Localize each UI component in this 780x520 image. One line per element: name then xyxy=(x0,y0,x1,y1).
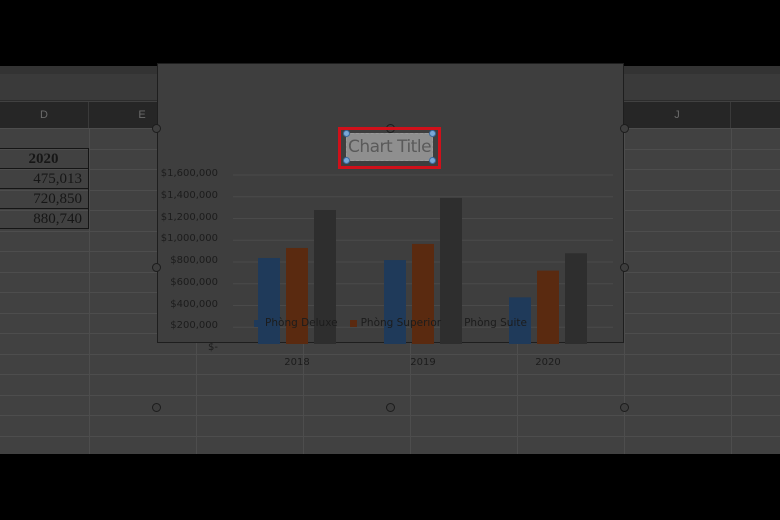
chart-area[interactable]: $- $200,000 $400,000 $600,000 $800,000 $1,000… xyxy=(157,63,624,368)
grid-row-line xyxy=(0,354,780,355)
bar-phòng-suite-2020[interactable] xyxy=(565,253,587,344)
y-tick-label: $800,000 xyxy=(170,255,218,266)
column-header-j[interactable]: J xyxy=(624,102,731,128)
bar-phòng-deluxe-2019[interactable] xyxy=(384,260,406,344)
bar-phòng-superior-2018[interactable] xyxy=(286,247,308,344)
title-handle-bottom-left[interactable] xyxy=(343,157,350,164)
bar-phòng-deluxe-2018[interactable] xyxy=(258,257,280,344)
legend-item[interactable]: Phòng Deluxe xyxy=(254,317,338,329)
legend-item[interactable]: Phòng Suite xyxy=(453,317,527,329)
chart-plot xyxy=(233,174,613,344)
y-tick-label: $- xyxy=(208,342,218,353)
grid-row-line xyxy=(0,415,780,416)
y-tick-label: $400,000 xyxy=(170,298,218,310)
chart-title-box[interactable]: Chart Title xyxy=(346,133,433,161)
resize-handle-middle-left[interactable] xyxy=(152,263,161,272)
cell-suite-2020[interactable]: 880,740 xyxy=(0,208,89,229)
y-tick-label: $1,000,000 xyxy=(160,233,218,245)
title-handle-top-right[interactable] xyxy=(429,130,436,137)
resize-handle-bottom-left[interactable] xyxy=(152,403,161,412)
resize-handle-top-right[interactable] xyxy=(620,124,629,133)
chart-title[interactable]: Chart Title xyxy=(347,134,432,160)
cell-year-2020[interactable]: 2020 xyxy=(0,148,89,169)
grid-column-line xyxy=(731,128,732,454)
title-handle-top-left[interactable] xyxy=(343,130,350,137)
legend-swatch xyxy=(349,319,357,327)
legend-label: Phòng Superior xyxy=(360,317,442,329)
y-tick-label: $1,400,000 xyxy=(160,189,218,201)
legend-label: Phòng Suite xyxy=(464,317,527,329)
legend-label: Phòng Deluxe xyxy=(265,317,338,329)
grid-row-line xyxy=(0,395,780,396)
x-tick-label: 2020 xyxy=(535,357,561,368)
title-handle-bottom-right[interactable] xyxy=(429,157,436,164)
grid-column-line xyxy=(89,128,90,454)
x-tick-label: 2018 xyxy=(284,357,310,368)
y-tick-label: $1,200,000 xyxy=(160,211,218,223)
x-tick-label: 2019 xyxy=(410,357,436,368)
resize-handle-middle-right[interactable] xyxy=(620,263,629,272)
resize-handle-bottom-center[interactable] xyxy=(386,403,395,412)
chart-legend[interactable]: Phòng Deluxe Phòng Superior Phòng Suite xyxy=(158,317,623,330)
legend-item[interactable]: Phòng Superior xyxy=(349,317,442,329)
y-tick-label: $1,600,000 xyxy=(160,168,218,179)
grid-row-line xyxy=(0,374,780,375)
column-header-k[interactable] xyxy=(731,102,780,128)
legend-swatch xyxy=(453,319,461,327)
cell-deluxe-2020[interactable]: 475,013 xyxy=(0,168,89,189)
bar-phòng-superior-2020[interactable] xyxy=(537,270,559,344)
y-tick-label: $600,000 xyxy=(170,276,218,288)
cell-superior-2020[interactable]: 720,850 xyxy=(0,188,89,209)
resize-handle-top-left[interactable] xyxy=(152,124,161,133)
resize-handle-bottom-right[interactable] xyxy=(620,403,629,412)
legend-swatch xyxy=(254,319,262,327)
column-header-d[interactable]: D xyxy=(0,102,89,128)
grid-row-line xyxy=(0,436,780,437)
